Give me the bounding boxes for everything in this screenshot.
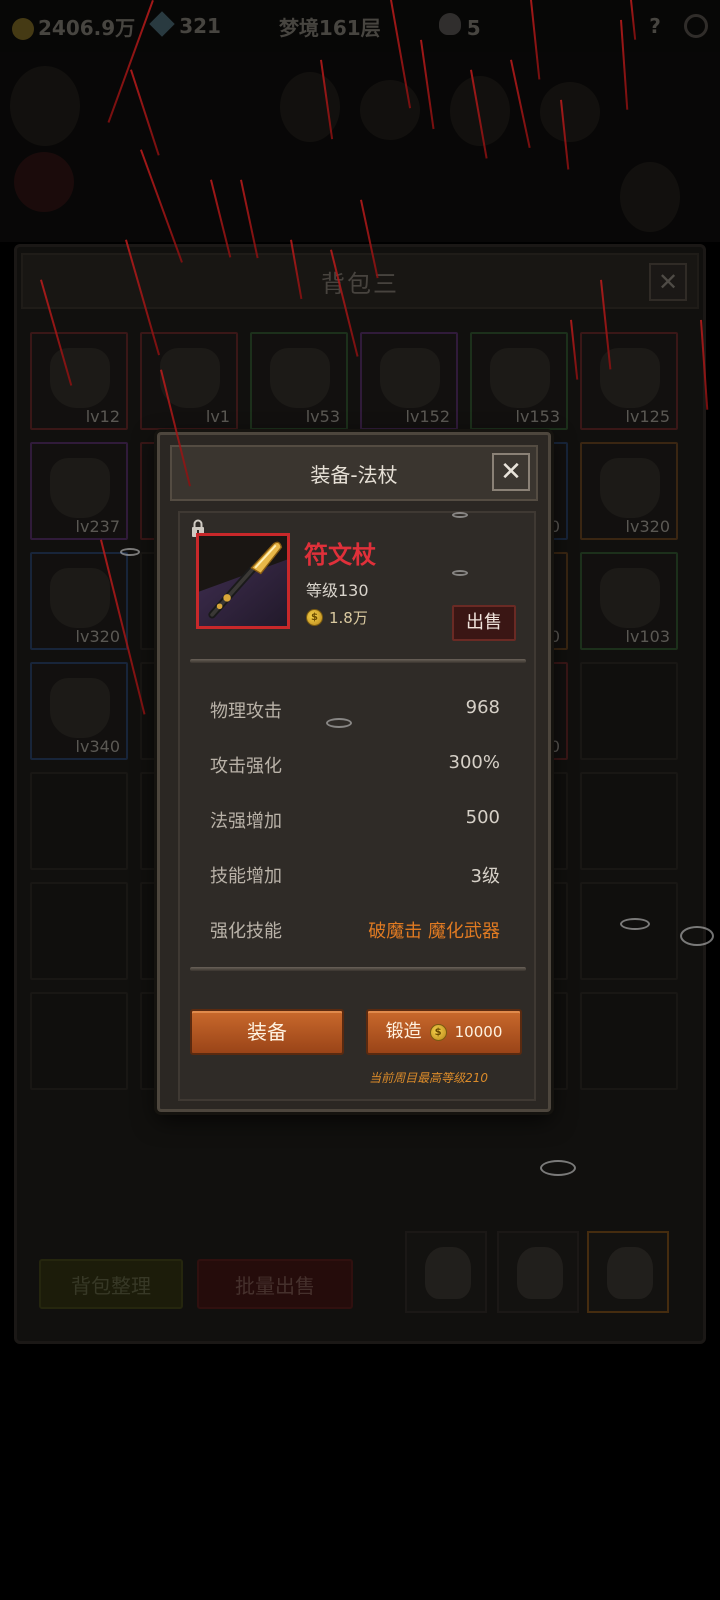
stat-value: 500: [465, 807, 500, 828]
stat-label: 物理攻击: [210, 701, 282, 722]
sell-button[interactable]: 出售: [452, 605, 516, 641]
equip-button[interactable]: 装备: [190, 1009, 344, 1055]
item-price-value: 1.8万: [329, 609, 368, 627]
dialog-close-button[interactable]: ✕: [492, 453, 530, 491]
divider: [190, 659, 526, 663]
stat-label: 强化技能: [210, 921, 282, 942]
stat-value: 300%: [448, 752, 500, 773]
item-level: 等级130: [306, 581, 369, 600]
forge-button[interactable]: 锻造 $ 10000: [366, 1009, 522, 1055]
item-price: $ 1.8万: [306, 607, 368, 628]
rain-ripple: [680, 926, 714, 946]
forge-cost: 10000: [454, 1023, 503, 1041]
stats-list: 物理攻击 968 攻击强化 300% 法强增加 500 技能增加 3级强化技能 破魔击 魔化武器: [210, 689, 500, 964]
stat-row: 强化技能 破魔击 魔化武器: [210, 909, 500, 964]
gold-coin-icon: $: [429, 1023, 447, 1041]
dialog-header: 装备-法杖 ✕: [170, 445, 538, 501]
rain-ripple: [120, 548, 140, 556]
stat-label: 技能增加: [210, 866, 282, 887]
stat-label: 攻击强化: [210, 756, 282, 777]
gold-coin-icon: $: [306, 609, 323, 626]
dialog-body: 符文杖 等级130 $ 1.8万 出售 物理攻击 968 攻击强化 300% 法强增加 5…: [178, 511, 536, 1101]
stat-row: 物理攻击 968: [210, 689, 500, 744]
rain-ripple: [620, 918, 650, 930]
item-icon-frame: [196, 533, 290, 629]
rain-ripple: [452, 570, 468, 576]
stat-value: 3级: [470, 866, 500, 887]
stat-value: 968: [465, 697, 500, 718]
item-name: 符文杖: [304, 541, 376, 569]
rain-ripple: [326, 718, 352, 728]
rain-ripple: [540, 1160, 576, 1176]
forge-label: 锻造: [385, 1021, 422, 1042]
divider: [190, 967, 526, 971]
stat-label: 法强增加: [210, 811, 282, 832]
equipment-dialog: 装备-法杖 ✕ 符文杖 等级130 $ 1.8万 出售 物理攻击 968 攻击强…: [157, 432, 551, 1112]
stat-row: 法强增加 500: [210, 799, 500, 854]
forge-level-note: 当前周目最高等级210: [369, 1071, 488, 1085]
stat-row: 技能增加 3级: [210, 854, 500, 909]
stat-row: 攻击强化 300%: [210, 744, 500, 799]
staff-icon: [208, 541, 283, 619]
rain-ripple: [452, 512, 468, 518]
stat-value: 破魔击 魔化武器: [368, 921, 500, 942]
dialog-title: 装备-法杖: [310, 462, 398, 487]
